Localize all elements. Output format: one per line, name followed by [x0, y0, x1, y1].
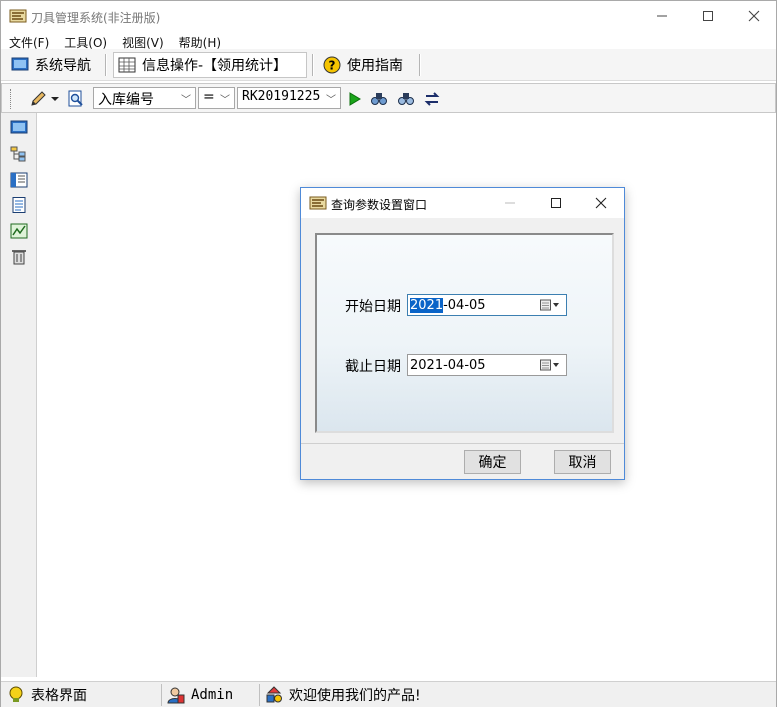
chevron-down-icon: ﹀: [181, 95, 191, 106]
edit-button[interactable]: [28, 89, 48, 109]
calendar-icon: [540, 359, 559, 371]
dialog-title-bar[interactable]: 查询参数设置窗口: [301, 188, 624, 218]
dialog-divider: [301, 443, 624, 444]
search-user-button[interactable]: [369, 89, 389, 109]
toolbar-separator: [419, 54, 421, 76]
maximize-icon: [703, 11, 713, 21]
start-date-picker[interactable]: 2021-04-05: [407, 294, 567, 316]
window-title: 刀具管理系统(非注册版): [31, 11, 161, 25]
search-next-button[interactable]: [396, 89, 416, 109]
status-bar: 表格界面 Admin 欢迎使用我们的产品!: [1, 681, 776, 707]
operator-select[interactable]: = ﹀: [198, 87, 235, 109]
caret-down-icon: [51, 97, 59, 101]
nav-label: 系统导航: [35, 58, 91, 74]
edit-dropdown[interactable]: [49, 89, 61, 109]
run-query-button[interactable]: [344, 89, 364, 109]
dialog-close-button[interactable]: [578, 188, 624, 218]
status-separator: [161, 684, 162, 706]
user-icon: [167, 687, 185, 704]
toolbar-separator: [105, 54, 107, 76]
document-icon[interactable]: [10, 197, 28, 213]
end-date-value: 2021-04-05: [410, 358, 486, 373]
trash-icon[interactable]: [10, 249, 28, 265]
play-icon: [349, 92, 361, 106]
book-icon[interactable]: [10, 172, 28, 188]
ok-button[interactable]: 确定: [464, 450, 521, 474]
shapes-icon: [266, 686, 282, 703]
svg-text:?: ?: [329, 59, 336, 73]
calendar-dropdown[interactable]: [540, 359, 560, 371]
toolbar-separator: [312, 54, 314, 76]
query-toolbar: 入库编号 ﹀ = ﹀ RK20191225 ﹀: [1, 83, 776, 113]
operator-select-value: =: [203, 89, 215, 105]
help-icon: ?: [323, 56, 341, 74]
dialog-minimize-button[interactable]: [487, 188, 533, 218]
value-input[interactable]: RK20191225 ﹀: [237, 87, 341, 109]
calendar-icon: [540, 299, 559, 311]
toolbar-grip[interactable]: [10, 89, 13, 109]
app-window: 刀具管理系统(非注册版) 文件(F) 工具(O) 视图(V) 帮助(H) 系统导…: [0, 0, 777, 707]
main-toolbar: 系统导航 信息操作-【领用统计】 ? 使用指南: [1, 49, 776, 81]
status-welcome-label: 欢迎使用我们的产品!: [289, 688, 421, 704]
minimize-button[interactable]: [639, 1, 685, 31]
lightbulb-icon: [9, 686, 23, 702]
chevron-down-icon: ﹀: [326, 95, 336, 106]
refresh-icon: [424, 92, 440, 106]
calendar-dropdown[interactable]: [540, 299, 560, 311]
field-select[interactable]: 入库编号 ﹀: [93, 87, 196, 109]
query-params-dialog: 查询参数设置窗口 开始日期 2021-04-05 截止日期 2021-04-05…: [300, 187, 625, 480]
start-date-rest: -04-05: [443, 298, 486, 313]
status-welcome: 欢迎使用我们的产品!: [265, 685, 421, 705]
close-button[interactable]: [731, 1, 777, 31]
guide-label: 使用指南: [347, 58, 403, 74]
status-view-label: 表格界面: [31, 688, 87, 704]
maximize-icon: [551, 198, 561, 208]
maximize-button[interactable]: [685, 1, 731, 31]
dialog-panel: 开始日期 2021-04-05 截止日期 2021-04-05: [315, 233, 614, 433]
status-user: Admin: [167, 685, 233, 705]
nav-button[interactable]: 系统导航: [11, 52, 91, 78]
minimize-icon: [505, 202, 515, 204]
chart-icon[interactable]: [10, 223, 28, 239]
magnifier-doc-icon: [68, 90, 83, 107]
left-sidebar: [1, 113, 37, 677]
tree-icon[interactable]: [10, 146, 28, 162]
binoculars-icon: [371, 93, 387, 105]
dialog-maximize-button[interactable]: [533, 188, 579, 218]
refresh-button[interactable]: [422, 89, 442, 109]
status-separator: [259, 684, 260, 706]
status-view: 表格界面: [7, 685, 87, 705]
start-date-label: 开始日期: [345, 299, 401, 315]
field-select-value: 入库编号: [98, 92, 154, 108]
chevron-down-icon: ﹀: [220, 95, 230, 106]
info-button[interactable]: 信息操作-【领用统计】: [113, 52, 307, 78]
end-date-label: 截止日期: [345, 359, 401, 375]
status-user-label: Admin: [191, 687, 234, 703]
start-date-selected: 2021: [410, 298, 444, 313]
value-input-text: RK20191225: [242, 89, 321, 104]
close-icon: [595, 197, 607, 209]
monitor-icon[interactable]: [10, 120, 28, 136]
app-icon: [9, 9, 27, 23]
info-label: 信息操作-【领用统计】: [142, 58, 288, 74]
end-date-picker[interactable]: 2021-04-05: [407, 354, 567, 376]
binoculars-icon: [398, 93, 414, 105]
app-icon: [309, 196, 327, 210]
close-icon: [748, 10, 760, 22]
cancel-button[interactable]: 取消: [554, 450, 611, 474]
grid-icon: [118, 57, 136, 73]
dialog-title: 查询参数设置窗口: [331, 198, 428, 212]
minimize-icon: [657, 15, 667, 17]
guide-button[interactable]: ? 使用指南: [323, 52, 403, 78]
preview-button[interactable]: [66, 89, 86, 109]
monitor-icon: [11, 57, 29, 71]
pencil-icon: [31, 91, 46, 106]
title-bar: 刀具管理系统(非注册版): [1, 1, 776, 31]
